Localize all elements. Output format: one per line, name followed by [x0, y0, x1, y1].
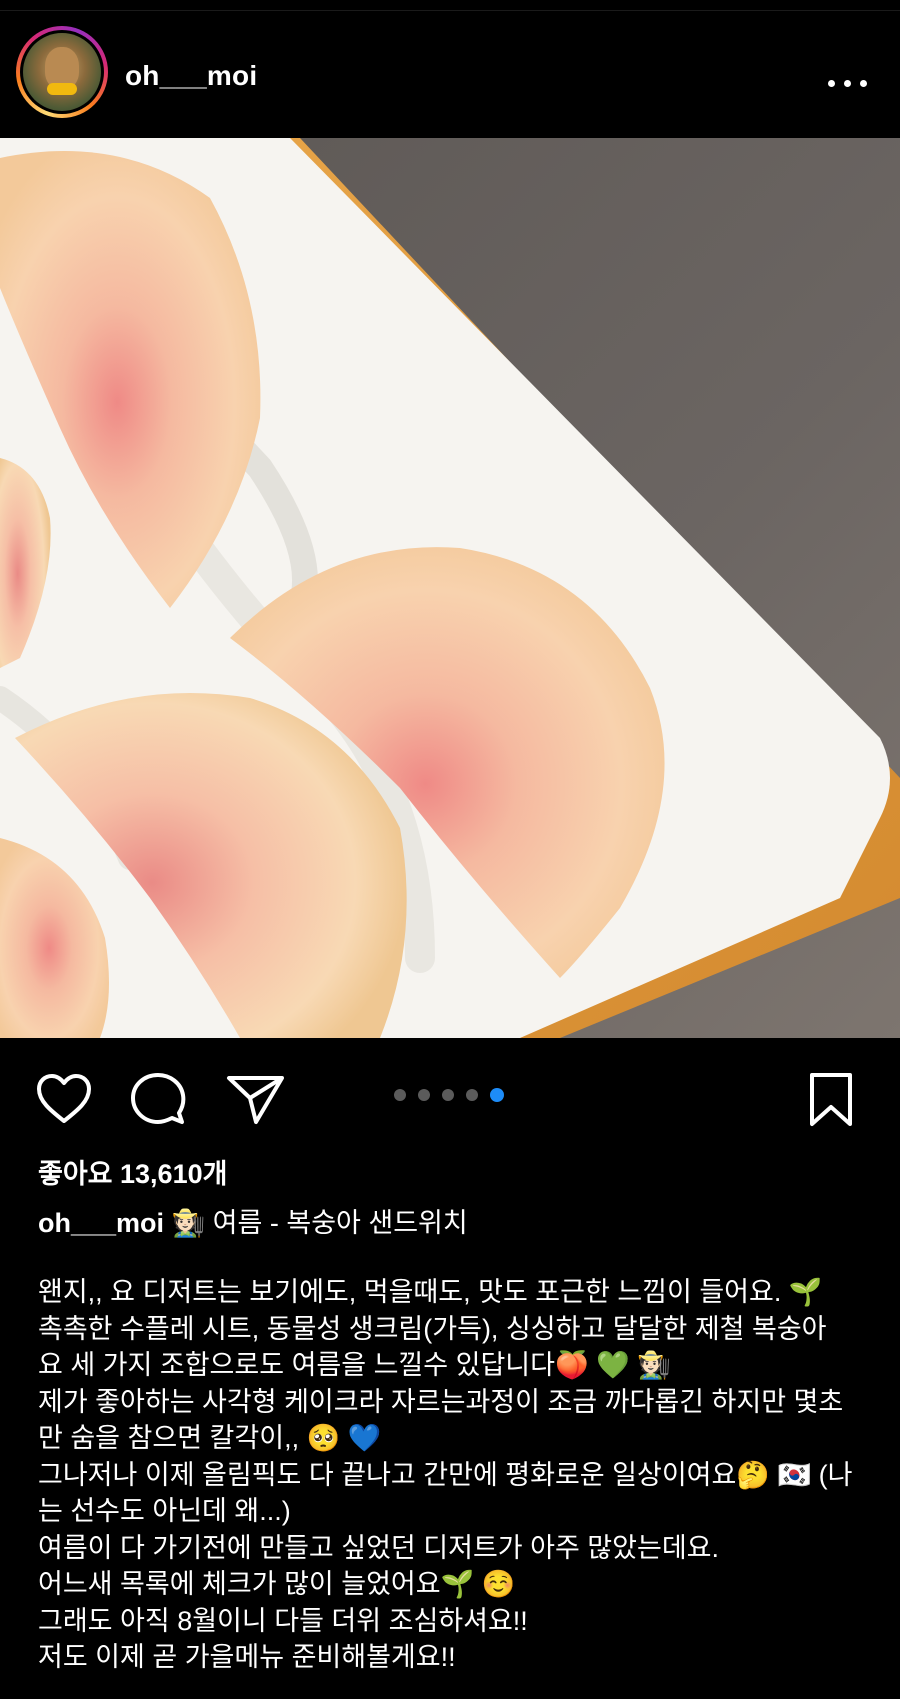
- avatar[interactable]: [16, 26, 108, 118]
- post-username[interactable]: oh___moi: [125, 60, 257, 92]
- caption-line: 는 선수도 아닌데 왜...): [38, 1496, 291, 1526]
- caption-header: oh___moi 🧑🏻‍🌾 여름 - 복숭아 샌드위치: [38, 1201, 468, 1240]
- carousel-dot: [394, 1089, 406, 1101]
- avatar-image: [23, 33, 101, 111]
- caption-line: 여름이 다 가기전에 만들고 싶었던 디저트가 아주 많았는데요.: [38, 1532, 720, 1563]
- peach-sandwich-photo: [0, 138, 900, 1038]
- caption-line: 요 세 가지 조합으로도 여름을 느낄수 있답니다🍑 💚 🧑🏻‍🌾: [38, 1350, 671, 1380]
- avatar-gap: [20, 30, 104, 114]
- caption-body: 왠지,, 요 디저트는 보기에도, 먹을때도, 맛도 포근한 느낌이 들어요. …: [38, 1274, 868, 1676]
- caption-line: 저도 이제 곧 가을메뉴 준비해볼게요!!: [38, 1642, 456, 1672]
- send-icon[interactable]: [226, 1074, 286, 1126]
- likes-count[interactable]: 좋아요 13,610개: [38, 1152, 227, 1191]
- post-image[interactable]: [0, 138, 900, 1038]
- carousel-dot: [442, 1089, 454, 1101]
- carousel-dot: [418, 1089, 430, 1101]
- caption-line: 만 숨을 참으면 칼각이,, 🥺 💙: [38, 1423, 382, 1453]
- bookmark-icon[interactable]: [808, 1072, 854, 1128]
- caption-username[interactable]: oh___moi: [38, 1208, 164, 1238]
- caption-line: 제가 좋아하는 사각형 케이크라 자르는과정이 조금 까다롭긴 하지만 몇초: [38, 1386, 844, 1417]
- caption-line: 왠지,, 요 디저트는 보기에도, 먹을때도, 맛도 포근한 느낌이 들어요. …: [38, 1277, 823, 1307]
- carousel-dot-active: [490, 1088, 504, 1102]
- caption-line: 그래도 아직 8월이니 다들 더위 조심하셔요!!: [38, 1605, 528, 1636]
- carousel-dot: [466, 1089, 478, 1101]
- caption-line: 촉촉한 수플레 시트, 동물성 생크림(가득), 싱싱하고 달달한 제철 복숭아: [38, 1313, 827, 1344]
- caption-title: 🧑🏻‍🌾 여름 - 복숭아 샌드위치: [171, 1208, 468, 1238]
- post-header: oh___moi: [0, 10, 900, 138]
- heart-icon[interactable]: [36, 1074, 92, 1124]
- comment-icon[interactable]: [130, 1072, 186, 1128]
- more-horizontal-icon[interactable]: [828, 80, 868, 92]
- avatar-scarf: [47, 83, 77, 95]
- caption-line: 어느새 목록에 체크가 많이 늘었어요🌱 ☺️: [38, 1569, 516, 1599]
- caption-line: 그나저나 이제 올림픽도 다 끝나고 간만에 평화로운 일상이여요🤔 🇰🇷 (나: [38, 1459, 853, 1490]
